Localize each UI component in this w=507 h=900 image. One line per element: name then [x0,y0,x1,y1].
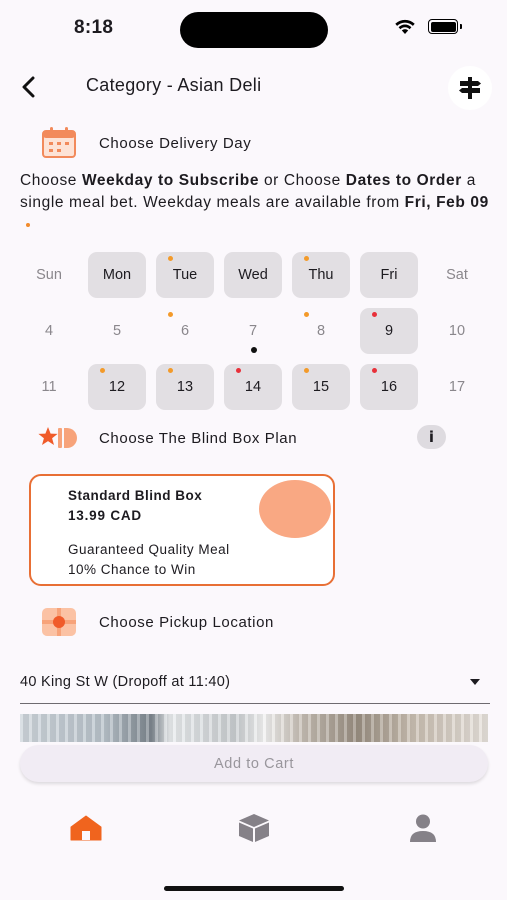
day-number: 6 [180,323,190,339]
weekday-toggle-tue[interactable]: Tue [156,252,214,298]
weekday-toggle-wed[interactable]: Wed [224,252,282,298]
weekday-label: Tue [172,267,198,283]
calendar-day-6: 6 [156,308,214,354]
availability-marker [168,256,173,261]
person-icon [410,814,436,842]
home-indicator [164,886,344,891]
blind-box-plan-label: Choose The Blind Box Plan [99,429,298,447]
blind-box-icon [38,421,80,455]
availability-marker [236,368,241,373]
nav-home[interactable] [66,810,106,846]
arrow-back-icon [22,76,35,98]
calendar-day-4: 4 [44,323,54,339]
weekday-label: Fri [380,267,398,283]
bottom-navigation [0,800,507,860]
availability-marker [304,256,309,261]
calendar-day-15[interactable]: 15 [292,364,350,410]
start-date: Fri, Feb 09 [404,194,489,211]
battery-tip [460,24,462,29]
weekday-label: Wed [238,267,268,283]
intro-weekday-emphasis: Weekday to Subscribe [81,172,260,189]
availability-marker [304,312,309,317]
availability-marker [304,368,309,373]
intro-dates-emphasis: Dates to Order [345,172,462,189]
intro-text: Choose [20,172,82,189]
app-bar: Category - Asian Deli [0,62,507,110]
calendar-day-11: 11 [41,379,57,395]
delivery-day-label: Choose Delivery Day [99,134,252,152]
calendar-day-13[interactable]: 13 [156,364,214,410]
dynamic-island [180,12,328,48]
calendar-day-10: 10 [448,323,466,339]
page-title: Category - Asian Deli [86,75,262,95]
battery-icon [428,19,458,34]
dropdown-caret-icon [470,679,480,685]
availability-marker [168,312,173,317]
availability-marker [100,368,105,373]
weekday-toggle-fri[interactable]: Fri [360,252,418,298]
nav-profile[interactable] [403,810,443,846]
intro-text: or Choose [259,172,346,189]
calendar-day-14[interactable]: 14 [224,364,282,410]
calendar-day-12[interactable]: 12 [88,364,146,410]
plan-info-button[interactable]: i [417,425,446,449]
availability-marker [372,368,377,373]
weekday-label: Mon [102,267,132,283]
delivery-day-section: Choose Delivery Day [38,123,468,163]
weekday-toggle-thu[interactable]: Thu [292,252,350,298]
calendar-day-5: 5 [112,323,122,339]
calendar-day-8: 8 [292,308,350,354]
weekday-header-sun: Sun [36,267,62,283]
signpost-icon [459,77,481,99]
calendar-day-9[interactable]: 9 [360,308,418,354]
info-icon: i [428,428,435,446]
day-number: 15 [312,379,330,395]
nav-box[interactable] [234,810,274,846]
plan-name: Standard Blind Box [68,488,203,503]
day-number: 8 [316,323,326,339]
day-number: 12 [108,379,126,395]
calendar-day-17: 17 [448,379,466,395]
add-to-cart-label: Add to Cart [214,755,294,772]
location-pin-icon [38,605,80,639]
day-number: 13 [176,379,194,395]
blind-box-plan-section: Choose The Blind Box Plan [38,418,468,458]
status-bar: 8:18 [0,0,507,58]
plan-price: 13.99 CAD [68,508,142,523]
weekday-label: Thu [308,267,334,283]
availability-marker [372,312,377,317]
box-icon [239,814,269,842]
plan-badge [259,480,331,538]
day-number: 14 [244,379,262,395]
pickup-location-dropdown[interactable]: 40 King St W (Dropoff at 11:40) [20,666,490,704]
home-icon [70,815,102,841]
weekday-toggle-mon[interactable]: Mon [88,252,146,298]
location-photo [20,714,488,742]
calendar-day-16[interactable]: 16 [360,364,418,410]
availability-marker [168,368,173,373]
pickup-location-label: Choose Pickup Location [99,613,274,631]
signpost-button[interactable] [448,66,492,110]
plan-feature: 10% Chance to Win [68,562,196,577]
status-time: 8:18 [74,17,114,38]
today-indicator [251,347,257,353]
plan-feature: Guaranteed Quality Meal [68,542,230,557]
pickup-location-section: Choose Pickup Location [38,602,468,642]
wifi-icon [395,19,415,34]
day-number: 16 [380,379,398,395]
add-to-cart-button[interactable]: Add to Cart [20,745,488,782]
day-number: 9 [384,323,394,339]
plan-card-standard[interactable]: Standard Blind Box 13.99 CAD Guaranteed … [29,474,335,586]
pickup-location-value: 40 King St W (Dropoff at 11:40) [20,674,231,690]
back-button[interactable] [20,74,50,100]
subscription-description: Choose Weekday to Subscribe or Choose Da… [20,170,490,236]
weekday-header-sat: Sat [446,267,468,283]
calendar-icon [38,126,80,160]
start-date-marker [26,222,30,227]
